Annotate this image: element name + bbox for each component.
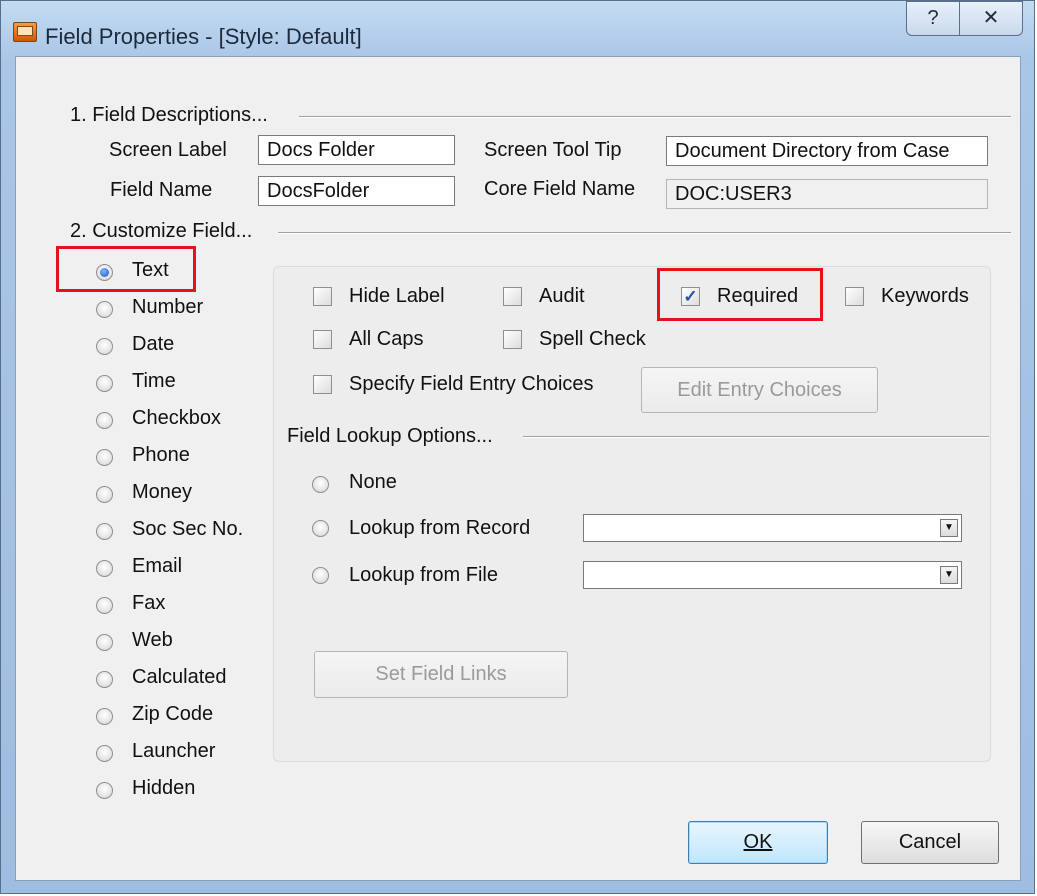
- checkbox-keywords[interactable]: [845, 287, 864, 306]
- app-icon: [13, 22, 37, 42]
- window-title: Field Properties - [Style: Default]: [45, 24, 362, 49]
- screen-label-label: Screen Label: [109, 139, 227, 161]
- type-label-money: Money: [132, 481, 193, 503]
- help-button[interactable]: ?: [906, 1, 960, 36]
- type-label-checkbox: Checkbox: [132, 407, 221, 429]
- radio-type-checkbox[interactable]: [96, 412, 113, 429]
- dropdown-arrow-icon[interactable]: ▼: [940, 566, 958, 584]
- radio-type-fax[interactable]: [96, 597, 113, 614]
- core-field-name-label: Core Field Name: [484, 178, 636, 200]
- type-label-number: Number: [132, 296, 204, 318]
- divider: [299, 116, 1011, 118]
- lookup-record-select[interactable]: ▼: [583, 514, 962, 542]
- radio-type-time[interactable]: [96, 375, 113, 392]
- cancel-label: Cancel: [898, 831, 962, 853]
- ok-label: OK: [743, 831, 773, 853]
- type-label-zip-code: Zip Code: [132, 703, 214, 725]
- lookup-from-record-text: Lookup from Record: [349, 517, 531, 539]
- radio-type-hidden[interactable]: [96, 782, 113, 799]
- checkbox-spell-check[interactable]: [503, 330, 522, 349]
- section-field-descriptions: 1. Field Descriptions...: [70, 104, 268, 126]
- checkbox-specify-entry-choices[interactable]: [313, 375, 332, 394]
- radio-lookup-from-file[interactable]: [312, 567, 329, 584]
- type-label-hidden: Hidden: [132, 777, 196, 799]
- radio-type-phone[interactable]: [96, 449, 113, 466]
- dropdown-arrow-icon[interactable]: ▼: [940, 519, 958, 537]
- specify-entry-choices-text: Specify Field Entry Choices: [349, 373, 594, 395]
- type-label-calculated: Calculated: [132, 666, 227, 688]
- keywords-text: Keywords: [881, 285, 969, 307]
- radio-type-number[interactable]: [96, 301, 113, 318]
- set-field-links-button[interactable]: Set Field Links: [314, 651, 568, 698]
- field-name-input[interactable]: DocsFolder: [258, 176, 455, 206]
- radio-type-date[interactable]: [96, 338, 113, 355]
- dialog-window: Field Properties - [Style: Default] ? ✕ …: [0, 0, 1035, 894]
- screen-label-input[interactable]: Docs Folder: [258, 135, 455, 165]
- section-field-lookup: Field Lookup Options...: [287, 425, 493, 447]
- type-label-web: Web: [132, 629, 173, 651]
- radio-type-soc-sec-no[interactable]: [96, 523, 113, 540]
- type-label-phone: Phone: [132, 444, 190, 466]
- checkbox-audit[interactable]: [503, 287, 522, 306]
- close-button[interactable]: ✕: [959, 1, 1023, 36]
- radio-type-email[interactable]: [96, 560, 113, 577]
- hide-label-text: Hide Label: [349, 285, 445, 307]
- dialog-client-area: 1. Field Descriptions... Screen Label Do…: [15, 56, 1021, 881]
- all-caps-text: All Caps: [349, 328, 424, 350]
- lookup-file-select[interactable]: ▼: [583, 561, 962, 589]
- radio-type-web[interactable]: [96, 634, 113, 651]
- lookup-none-text: None: [349, 471, 397, 493]
- highlight-box-text: [56, 246, 196, 292]
- radio-lookup-none[interactable]: [312, 476, 329, 493]
- type-label-soc-sec-no: Soc Sec No.: [132, 518, 244, 540]
- audit-text: Audit: [539, 285, 585, 307]
- checkbox-hide-label[interactable]: [313, 287, 332, 306]
- screen-tool-tip-label: Screen Tool Tip: [484, 139, 622, 161]
- divider: [523, 436, 989, 438]
- type-label-email: Email: [132, 555, 183, 577]
- field-name-label: Field Name: [110, 179, 213, 201]
- core-field-name-input: DOC:USER3: [666, 179, 988, 209]
- type-label-time: Time: [132, 370, 176, 392]
- screen-tool-tip-input[interactable]: Document Directory from Case: [666, 136, 988, 166]
- type-label-fax: Fax: [132, 592, 166, 614]
- checkbox-all-caps[interactable]: [313, 330, 332, 349]
- ok-button[interactable]: OK: [688, 821, 828, 864]
- section-customize-field: 2. Customize Field...: [70, 220, 253, 242]
- title-bar[interactable]: Field Properties - [Style: Default] ? ✕: [1, 1, 1034, 56]
- radio-type-money[interactable]: [96, 486, 113, 503]
- radio-lookup-from-record[interactable]: [312, 520, 329, 537]
- type-label-date: Date: [132, 333, 175, 355]
- lookup-from-file-text: Lookup from File: [349, 564, 498, 586]
- spell-check-text: Spell Check: [539, 328, 646, 350]
- edit-entry-choices-button[interactable]: Edit Entry Choices: [641, 367, 878, 413]
- type-label-launcher: Launcher: [132, 740, 216, 762]
- cancel-button[interactable]: Cancel: [861, 821, 999, 864]
- radio-type-launcher[interactable]: [96, 745, 113, 762]
- divider: [278, 232, 1011, 234]
- radio-type-zip-code[interactable]: [96, 708, 113, 725]
- highlight-box-required: [657, 268, 823, 321]
- radio-type-calculated[interactable]: [96, 671, 113, 688]
